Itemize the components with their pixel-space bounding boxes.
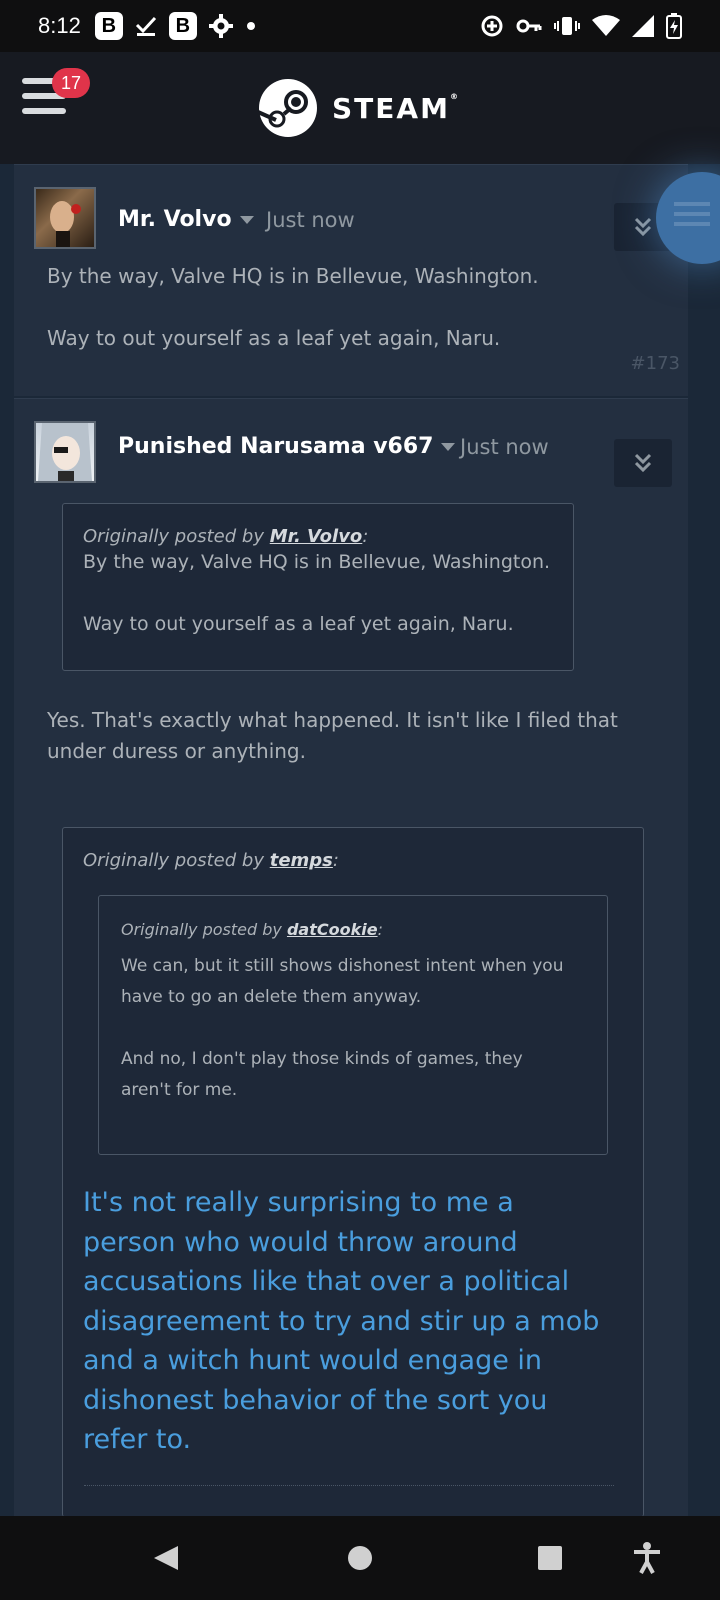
- post-number[interactable]: #173: [631, 353, 680, 374]
- quote-suffix: :: [332, 850, 339, 871]
- check-icon: [135, 16, 156, 36]
- home-icon[interactable]: [346, 1544, 374, 1572]
- notification-badge[interactable]: 17: [52, 68, 90, 98]
- quote-line: have to go an delete them anyway.: [121, 987, 422, 1007]
- avatar[interactable]: [34, 421, 96, 483]
- post-line: By the way, Valve HQ is in Bellevue, Was…: [47, 264, 539, 288]
- status-bar: 8:12 B B: [0, 0, 720, 52]
- wifi-icon: [592, 15, 620, 36]
- large-text-line: disagreement to try and stir up a mob: [83, 1305, 600, 1337]
- quote-body: By the way, Valve HQ is in Bellevue, Was…: [83, 547, 553, 640]
- quote-header: Originally posted by datCookie:: [121, 920, 585, 939]
- forum-post: Punished Narusama v667 Just now Original…: [14, 398, 688, 1517]
- gear-icon: [208, 14, 233, 38]
- quote-author-link[interactable]: Mr. Volvo: [270, 526, 363, 547]
- large-text-line: dishonest behavior of the sort you: [83, 1384, 548, 1416]
- quote-suffix: :: [362, 526, 369, 547]
- post-line: under duress or anything.: [47, 739, 306, 763]
- double-chevron-down-icon: [634, 453, 652, 473]
- quote-author-link[interactable]: datCookie: [287, 920, 378, 939]
- quote-prefix: Originally posted by: [121, 920, 287, 939]
- large-text-line: It's not really surprising to me a: [83, 1187, 514, 1218]
- chevron-down-icon[interactable]: [239, 216, 254, 224]
- quote-suffix: :: [377, 920, 383, 939]
- quote-prefix: Originally posted by: [83, 526, 270, 547]
- quote-line: By the way, Valve HQ is in Bellevue, Was…: [83, 551, 551, 573]
- author-name: Punished Narusama v667: [118, 434, 434, 459]
- quote-line: Way to out yourself as a leaf yet again,…: [83, 613, 514, 635]
- quote-author-link[interactable]: temps: [270, 850, 333, 871]
- large-text-line: person who would throw around: [83, 1226, 518, 1258]
- post-author[interactable]: Punished Narusama v667: [118, 434, 456, 459]
- vpn-key-icon: [516, 19, 542, 33]
- post-line: Way to out yourself as a leaf yet again,…: [47, 326, 501, 350]
- author-name: Mr. Volvo: [118, 207, 232, 232]
- large-text-line: and a witch hunt would engage in: [83, 1345, 543, 1376]
- steam-logo[interactable]: STEAM®: [258, 78, 460, 138]
- steam-logo-icon: [258, 79, 317, 137]
- dot-icon: [246, 22, 255, 30]
- vibrate-icon: [554, 17, 580, 35]
- large-quote-text: It's not really surprising to me a perso…: [83, 1183, 599, 1460]
- brand-text: STEAM: [332, 91, 450, 125]
- quote-line: aren't for me.: [121, 1080, 238, 1100]
- large-text-line: refer to.: [83, 1424, 192, 1455]
- quote-prefix: Originally posted by: [83, 850, 270, 871]
- recents-icon[interactable]: [536, 1544, 564, 1572]
- status-time: 8:12: [38, 13, 81, 38]
- quote-header: Originally posted by temps:: [83, 850, 623, 871]
- b-app-icon: B: [94, 12, 123, 40]
- battery-charging-icon: [666, 13, 682, 39]
- data-saver-icon: [481, 15, 503, 37]
- avatar-image: [50, 201, 81, 247]
- avatar-image: [38, 423, 92, 481]
- post-time: Just now: [460, 435, 549, 459]
- chevron-down-icon[interactable]: [441, 443, 456, 451]
- quote-body: We can, but it still shows dishonest int…: [121, 951, 585, 1106]
- post-time: Just now: [266, 208, 355, 232]
- b-app-icon-2: B: [168, 12, 197, 40]
- post-body: By the way, Valve HQ is in Bellevue, Was…: [47, 261, 539, 354]
- navigation-bar: [0, 1516, 720, 1600]
- back-icon[interactable]: [152, 1544, 180, 1572]
- accessibility-icon[interactable]: [632, 1542, 662, 1574]
- menu-icon: [674, 202, 710, 226]
- steam-wordmark: STEAM®: [332, 91, 460, 125]
- nested-quote-block: Originally posted by datCookie: We can, …: [98, 895, 608, 1155]
- menu-line: [22, 108, 66, 114]
- post-author[interactable]: Mr. Volvo: [118, 207, 254, 232]
- large-text-line: accusations like that over a political: [83, 1266, 570, 1297]
- avatar[interactable]: [34, 187, 96, 249]
- post-line: Yes. That's exactly what happened. It is…: [47, 708, 618, 732]
- divider: [84, 1485, 614, 1486]
- quote-header: Originally posted by Mr. Volvo:: [83, 526, 553, 547]
- post-body: Yes. That's exactly what happened. It is…: [47, 705, 618, 767]
- quote-line: We can, but it still shows dishonest int…: [121, 956, 564, 976]
- double-chevron-down-icon: [634, 217, 652, 237]
- expand-button[interactable]: [614, 439, 672, 487]
- signal-icon: [632, 15, 654, 37]
- quote-block: Originally posted by Mr. Volvo: By the w…: [62, 503, 574, 671]
- forum-post: Mr. Volvo Just now By the way, Valve HQ …: [14, 164, 688, 396]
- quote-line: And no, I don't play those kinds of game…: [121, 1049, 523, 1069]
